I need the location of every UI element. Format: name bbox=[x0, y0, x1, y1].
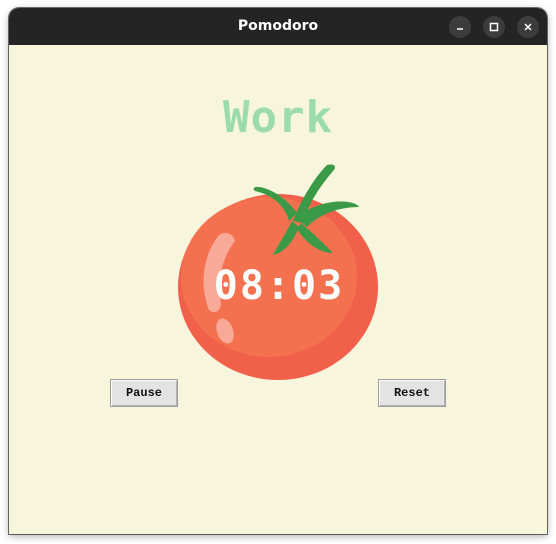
minimize-icon bbox=[457, 28, 463, 30]
app-window: Pomodoro Work 08:03 Pause Reset bbox=[9, 8, 547, 534]
timer-display: 08:03 bbox=[213, 263, 345, 309]
close-icon bbox=[524, 23, 532, 31]
minimize-button[interactable] bbox=[449, 16, 471, 38]
reset-button[interactable]: Reset bbox=[378, 379, 446, 407]
main-canvas: Work 08:03 Pause Reset bbox=[9, 45, 547, 534]
mode-label: Work bbox=[223, 92, 333, 143]
pause-button[interactable]: Pause bbox=[110, 379, 178, 407]
close-button[interactable] bbox=[517, 16, 539, 38]
maximize-icon bbox=[489, 22, 499, 32]
maximize-button[interactable] bbox=[483, 16, 505, 38]
title-bar[interactable]: Pomodoro bbox=[9, 8, 547, 45]
